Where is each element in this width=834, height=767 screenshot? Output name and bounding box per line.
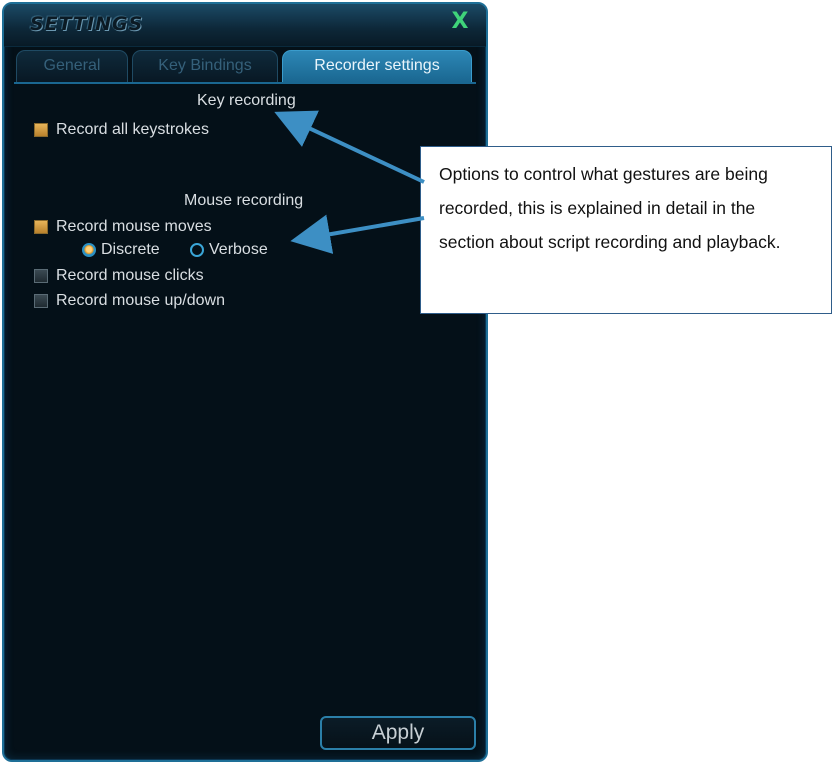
- record-mouse-moves-option[interactable]: Record mouse moves: [34, 217, 212, 237]
- tab-divider: [14, 82, 476, 84]
- tab-key-bindings[interactable]: Key Bindings: [132, 50, 278, 82]
- record-all-keystrokes-label: Record all keystrokes: [56, 121, 209, 138]
- callout-text: Options to control what gestures are bei…: [439, 164, 781, 252]
- record-mouse-clicks-label: Record mouse clicks: [56, 267, 204, 284]
- key-recording-heading: Key recording: [197, 92, 296, 109]
- tab-recorder-settings[interactable]: Recorder settings: [282, 50, 472, 82]
- record-mouse-moves-checkbox[interactable]: [34, 220, 48, 234]
- discrete-option[interactable]: Discrete: [82, 240, 160, 260]
- settings-window: SETTINGS X General Key Bindings Recorder…: [2, 2, 488, 762]
- discrete-radio[interactable]: [82, 243, 96, 257]
- discrete-label: Discrete: [101, 241, 160, 258]
- callout-box: Options to control what gestures are bei…: [420, 146, 832, 314]
- verbose-label: Verbose: [209, 241, 268, 258]
- close-button[interactable]: X: [448, 10, 472, 34]
- verbose-option[interactable]: Verbose: [190, 240, 268, 260]
- record-mouse-moves-label: Record mouse moves: [56, 218, 212, 235]
- record-all-keystrokes-option[interactable]: Record all keystrokes: [34, 120, 209, 140]
- verbose-radio[interactable]: [190, 243, 204, 257]
- record-mouse-clicks-option[interactable]: Record mouse clicks: [34, 266, 204, 286]
- record-mouse-clicks-checkbox[interactable]: [34, 269, 48, 283]
- record-mouse-updown-label: Record mouse up/down: [56, 292, 225, 309]
- record-mouse-updown-option[interactable]: Record mouse up/down: [34, 291, 225, 311]
- mouse-recording-heading: Mouse recording: [184, 192, 304, 209]
- record-mouse-updown-checkbox[interactable]: [34, 294, 48, 308]
- record-all-keystrokes-checkbox[interactable]: [34, 123, 48, 137]
- window-title: SETTINGS: [30, 13, 144, 35]
- apply-button[interactable]: Apply: [320, 716, 476, 750]
- stage: SETTINGS X General Key Bindings Recorder…: [0, 0, 834, 767]
- title-bar: SETTINGS X: [4, 4, 486, 47]
- tab-general[interactable]: General: [16, 50, 128, 82]
